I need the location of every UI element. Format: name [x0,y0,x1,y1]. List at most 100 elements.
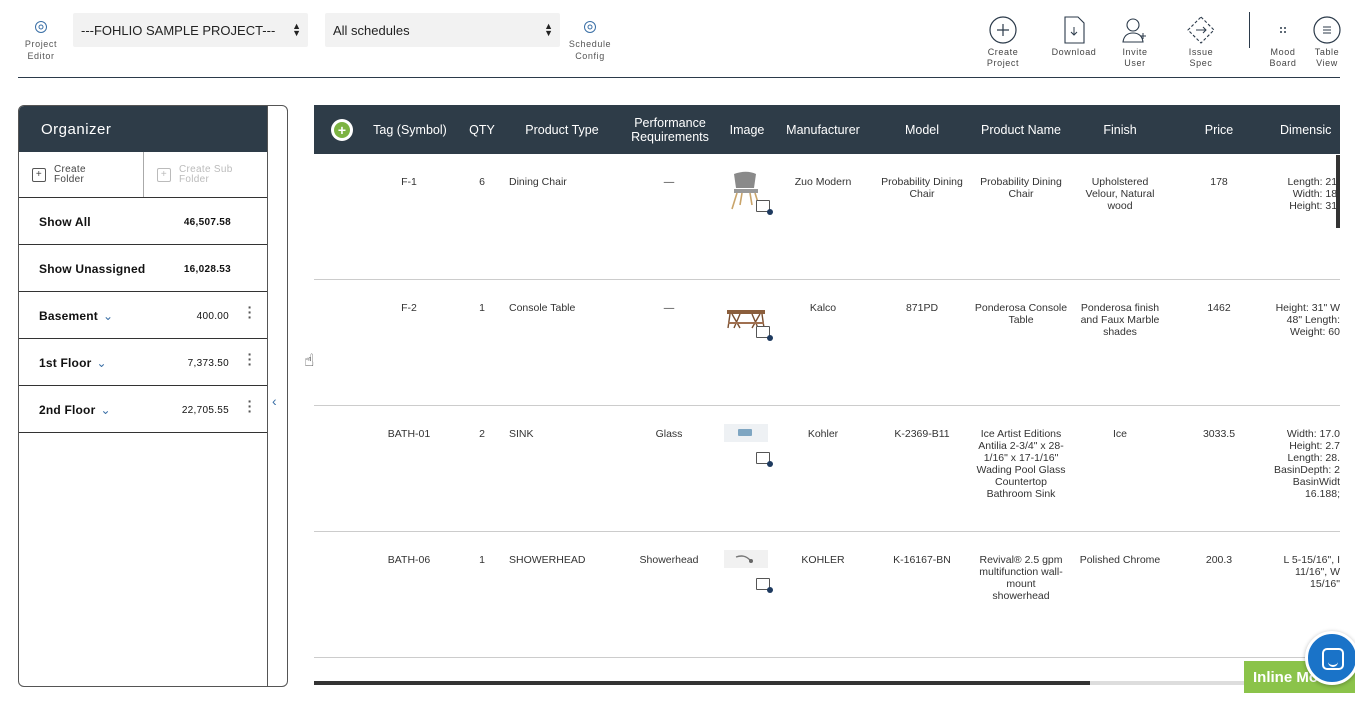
organizer-row-show-all[interactable]: Show All 46,507.58 [19,198,267,245]
cell-product-type[interactable]: Console Table [509,302,609,314]
table-row[interactable]: BATH-01 2 SINK Glass Kohler K-2369-B11 I… [314,406,1340,532]
schedule-table: + Tag (Symbol) QTY Product Type Performa… [314,105,1340,661]
organizer-row-value: 22,705.55 [181,405,229,416]
cell-tag[interactable]: F-1 [374,176,444,188]
cell-product-type[interactable]: SINK [509,428,609,440]
col-dimensions[interactable]: Dimensic [1280,105,1340,154]
cell-tag[interactable]: BATH-01 [374,428,444,440]
add-image-icon[interactable] [756,452,773,467]
invite-user-button[interactable]: Invite User [1116,16,1154,69]
cell-qty[interactable]: 1 [462,302,502,314]
create-project-button[interactable]: Create Project [980,16,1026,69]
organizer-row-basement[interactable]: Basement ⌄ 400.00 · · · [19,292,267,339]
col-qty[interactable]: QTY [462,105,502,154]
organizer-row-2nd-floor[interactable]: 2nd Floor ⌄ 22,705.55 · · · [19,386,267,433]
table-row[interactable]: F-2 1 Console Table — Kalco 871PD Ponder… [314,280,1340,406]
download-button[interactable]: Download [1047,16,1101,58]
table-row[interactable]: F-1 6 Dining Chair — Zuo Modern Probabil… [314,154,1340,280]
col-model[interactable]: Model [878,105,966,154]
cell-manufacturer[interactable]: Kalco [778,302,868,314]
horizontal-scrollbar-thumb[interactable] [314,681,1090,685]
organizer-list: Organizer + Create Folder + Create Sub F… [19,106,268,686]
folder-label: Basement ⌄ [39,309,113,323]
cell-performance[interactable]: Glass [619,428,719,440]
cell-product-name[interactable]: Revival® 2.5 gpm multifunction wall-moun… [978,554,1064,602]
chevron-down-icon[interactable]: ⌄ [100,403,110,417]
add-image-icon[interactable] [756,326,773,341]
cell-finish[interactable]: Polished Chrome [1074,554,1166,566]
more-options-icon[interactable]: · · · [247,394,253,418]
table-view-button[interactable]: Table View [1312,16,1342,69]
cell-model[interactable]: Probability Dining Chair [878,176,966,200]
cell-product-type[interactable]: SHOWERHEAD [509,554,609,566]
cell-performance[interactable]: — [619,302,719,314]
cell-model[interactable]: K-16167-BN [878,554,966,566]
cell-finish[interactable]: Ponderosa finish and Faux Marble shades [1078,302,1162,338]
cell-price[interactable]: 178 [1174,176,1264,188]
col-price[interactable]: Price [1174,105,1264,154]
mood-board-button[interactable]: Mood Board [1267,16,1299,69]
issue-spec-button[interactable]: Issue Spec [1183,16,1219,69]
cell-model[interactable]: 871PD [878,302,966,314]
cell-qty[interactable]: 6 [462,176,502,188]
cell-product-type[interactable]: Dining Chair [509,176,609,188]
cell-price[interactable]: 200.3 [1174,554,1264,566]
organizer-row-value: 46,507.58 [183,217,231,228]
grid-icon [1280,27,1286,33]
create-sub-folder-button[interactable]: + Create Sub Folder [143,152,267,197]
cell-manufacturer[interactable]: KOHLER [778,554,868,566]
col-image[interactable]: Image [722,105,772,154]
product-image[interactable] [724,296,774,341]
product-image[interactable] [724,548,774,593]
cell-qty[interactable]: 1 [462,554,502,566]
invite-user-label: Invite User [1122,47,1148,68]
cell-performance[interactable]: — [619,176,719,188]
more-options-icon[interactable]: · · · [247,300,253,324]
cell-manufacturer[interactable]: Zuo Modern [778,176,868,188]
cell-product-name[interactable]: Ice Artist Editions Antilia 2-3/4" x 28-… [976,428,1066,500]
product-image[interactable] [724,170,774,215]
cell-dimensions[interactable]: Width: 17.0 Height: 2.7 Length: 28. Basi… [1270,428,1340,500]
col-product-type[interactable]: Product Type [512,105,612,154]
cell-finish[interactable]: Ice [1080,428,1160,440]
cell-tag[interactable]: BATH-06 [374,554,444,566]
cell-manufacturer[interactable]: Kohler [778,428,868,440]
project-select[interactable]: ---FOHLIO SAMPLE PROJECT--- ▲ ▼ [73,13,308,47]
schedule-select[interactable]: All schedules ▲ ▼ [325,13,560,47]
cell-product-name[interactable]: Ponderosa Console Table [974,302,1068,326]
cell-finish[interactable]: Upholstered Velour, Natural wood [1080,176,1160,212]
schedule-config-button[interactable]: Schedule Config [564,20,616,62]
cell-product-name[interactable]: Probability Dining Chair [974,176,1068,200]
cell-performance[interactable]: Showerhead [619,554,719,566]
product-image[interactable] [724,422,774,467]
chevron-down-icon[interactable]: ⌄ [96,356,106,370]
cell-price[interactable]: 1462 [1174,302,1264,314]
col-manufacturer[interactable]: Manufacturer [778,105,868,154]
create-folder-button[interactable]: + Create Folder [19,152,143,197]
cell-dimensions[interactable]: Length: 21. Width: 18. Height: 31. [1270,176,1340,212]
chat-support-button[interactable] [1305,631,1355,685]
cell-model[interactable]: K-2369-B11 [878,428,966,440]
collapse-organizer-chevron-icon[interactable]: ‹ [272,393,277,409]
organizer-row-1st-floor[interactable]: 1st Floor ⌄ 7,373.50 · · · [19,339,267,386]
col-product-name[interactable]: Product Name [974,105,1068,154]
vertical-scrollbar-thumb[interactable] [1336,155,1340,228]
col-tag[interactable]: Tag (Symbol) [364,105,456,154]
cell-qty[interactable]: 2 [462,428,502,440]
add-image-icon[interactable] [756,578,773,593]
cell-dimensions[interactable]: Height: 31" W 48" Length: Weight: 60 [1270,302,1340,338]
project-editor-button[interactable]: Project Editor [18,20,64,62]
top-toolbar: Project Editor ---FOHLIO SAMPLE PROJECT-… [18,0,1342,78]
add-image-icon[interactable] [756,200,773,215]
col-performance[interactable]: Performance Requirements [622,105,718,154]
table-row[interactable]: BATH-06 1 SHOWERHEAD Showerhead KOHLER K… [314,532,1340,658]
add-item-button[interactable]: + [331,119,353,141]
cell-dimensions[interactable]: L 5-15/16", I 11/16", W 15/16" [1270,554,1340,590]
col-finish[interactable]: Finish [1074,105,1166,154]
chevron-down-icon[interactable]: ⌄ [103,309,113,323]
more-options-icon[interactable]: · · · [247,347,253,371]
organizer-row-show-unassigned[interactable]: Show Unassigned 16,028.53 [19,245,267,292]
cell-tag[interactable]: F-2 [374,302,444,314]
cell-price[interactable]: 3033.5 [1174,428,1264,440]
select-arrows-icon: ▲ ▼ [544,21,553,38]
